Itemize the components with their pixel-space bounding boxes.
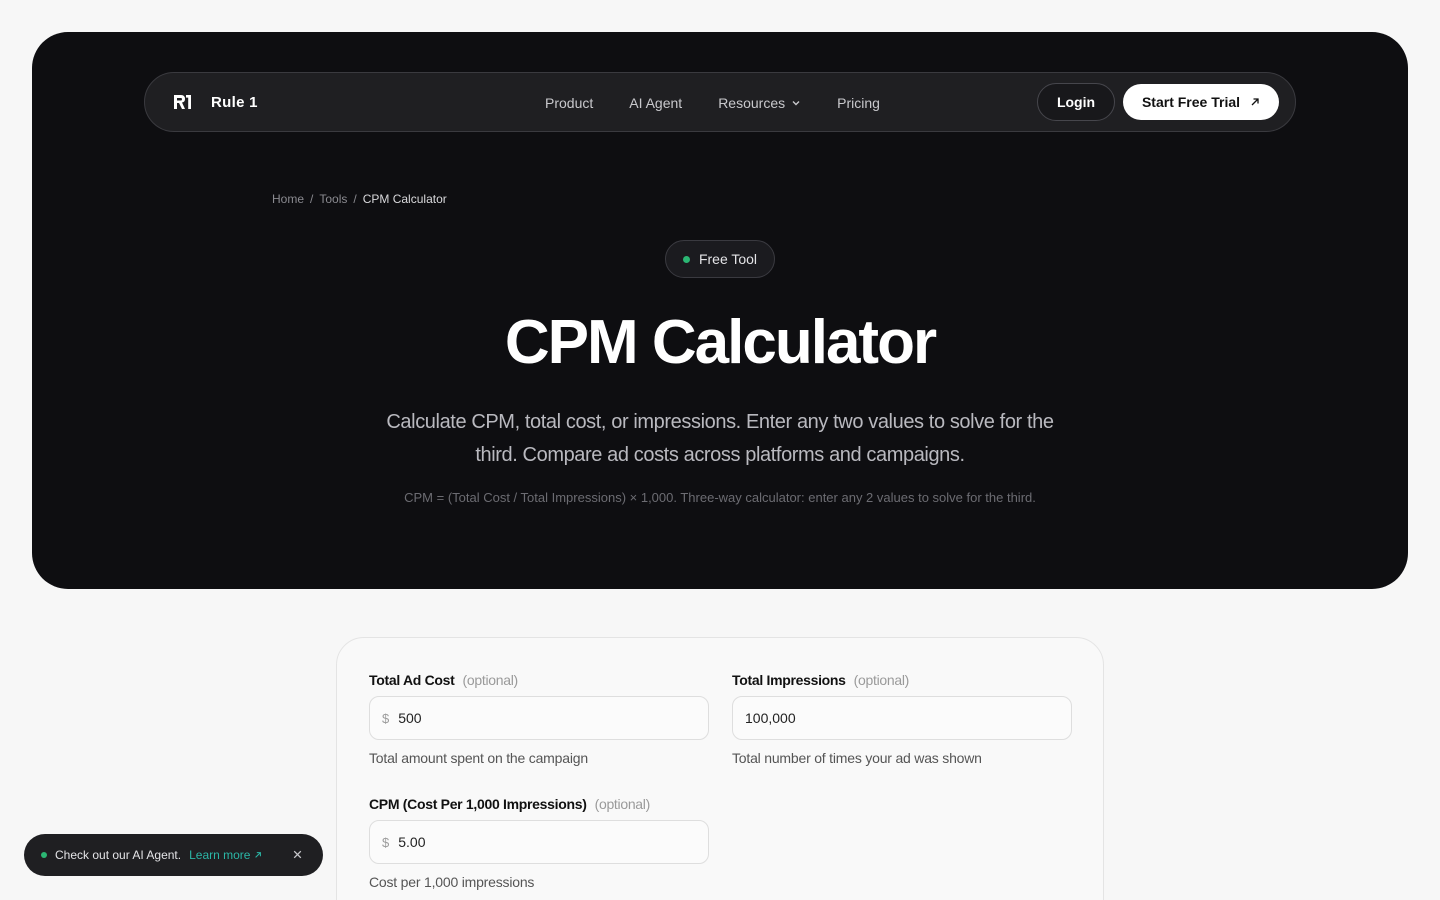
optional-tag: (optional) — [594, 796, 651, 812]
optional-tag: (optional) — [853, 672, 910, 688]
formula-note: CPM = (Total Cost / Total Impressions) ×… — [404, 490, 1036, 505]
page-subtitle: Calculate CPM, total cost, or impression… — [386, 411, 1054, 466]
badge-label: Free Tool — [698, 251, 758, 267]
free-tool-badge: Free Tool — [665, 240, 775, 278]
optional-tag: (optional) — [462, 672, 519, 688]
login-button[interactable]: Login — [1037, 83, 1115, 121]
nav-link-pricing[interactable]: Pricing — [837, 95, 880, 111]
chevron-down-icon — [792, 101, 800, 106]
field-label-text: Total Impressions — [732, 672, 846, 688]
field-label-text: Total Ad Cost — [369, 672, 455, 688]
cpm-input[interactable]: $ 5.00 — [369, 820, 709, 864]
total-ad-cost-value: 500 — [398, 710, 422, 726]
cpm-field: CPM (Cost Per 1,000 Impressions) (optiona… — [369, 796, 709, 890]
nav-links: Product AI Agent Resources Pricing — [545, 73, 880, 133]
learn-more-link[interactable]: Learn more — [189, 848, 262, 862]
status-dot-icon — [41, 852, 47, 858]
breadcrumb-current: CPM Calculator — [362, 192, 447, 206]
total-impressions-label: Total Impressions (optional) — [732, 672, 1072, 688]
rule1-logo-icon — [174, 95, 191, 109]
total-impressions-field: Total Impressions (optional) 100,000 Tota… — [732, 672, 1072, 766]
field-label-text: CPM (Cost Per 1,000 Impressions) — [369, 796, 587, 812]
breadcrumb-home[interactable]: Home — [272, 192, 304, 206]
nav-link-resources[interactable]: Resources — [718, 95, 801, 111]
currency-prefix: $ — [382, 710, 390, 726]
calculator-card: Total Ad Cost (optional) $ 500 Total amou… — [336, 637, 1104, 900]
total-impressions-input[interactable]: 100,000 — [732, 696, 1072, 740]
total-ad-cost-hint: Total amount spent on the campaign — [369, 750, 588, 766]
cpm-label: CPM (Cost Per 1,000 Impressions) (optiona… — [369, 796, 709, 812]
total-ad-cost-input[interactable]: $ 500 — [369, 696, 709, 740]
breadcrumb-separator: / — [353, 192, 357, 206]
breadcrumb-separator: / — [310, 192, 314, 206]
logo-text: Rule 1 — [211, 93, 258, 111]
arrow-up-right-icon — [255, 852, 262, 858]
close-icon[interactable] — [292, 849, 303, 860]
toast-text: Check out our AI Agent. — [55, 848, 182, 862]
currency-prefix: $ — [382, 834, 390, 850]
learn-more-label: Learn more — [189, 848, 251, 862]
total-impressions-hint: Total number of times your ad was shown — [732, 750, 982, 766]
breadcrumb-tools[interactable]: Tools — [319, 192, 347, 206]
breadcrumb: Home / Tools / CPM Calculator — [272, 192, 447, 206]
cpm-hint: Cost per 1,000 impressions — [369, 874, 535, 890]
arrow-up-right-icon — [1251, 98, 1259, 106]
cpm-value: 5.00 — [398, 834, 426, 850]
total-impressions-value: 100,000 — [745, 710, 796, 726]
top-nav: Rule 1 Product AI Agent Resources Pricin… — [144, 72, 1296, 132]
start-free-trial-label: Start Free Trial — [1141, 94, 1241, 110]
total-ad-cost-field: Total Ad Cost (optional) $ 500 Total amou… — [369, 672, 709, 766]
ai-agent-toast: Check out our AI Agent. Learn more — [24, 834, 323, 876]
nav-link-ai-agent[interactable]: AI Agent — [629, 95, 682, 111]
status-dot-icon — [682, 255, 690, 263]
total-ad-cost-label: Total Ad Cost (optional) — [369, 672, 709, 688]
nav-link-resources-label: Resources — [718, 95, 786, 111]
page-title: CPM Calculator — [504, 308, 937, 377]
hero-section: Rule 1 Product AI Agent Resources Pricin… — [32, 32, 1408, 589]
nav-link-product[interactable]: Product — [545, 95, 593, 111]
logo[interactable]: Rule 1 — [171, 91, 258, 113]
start-free-trial-button[interactable]: Start Free Trial — [1123, 84, 1279, 120]
